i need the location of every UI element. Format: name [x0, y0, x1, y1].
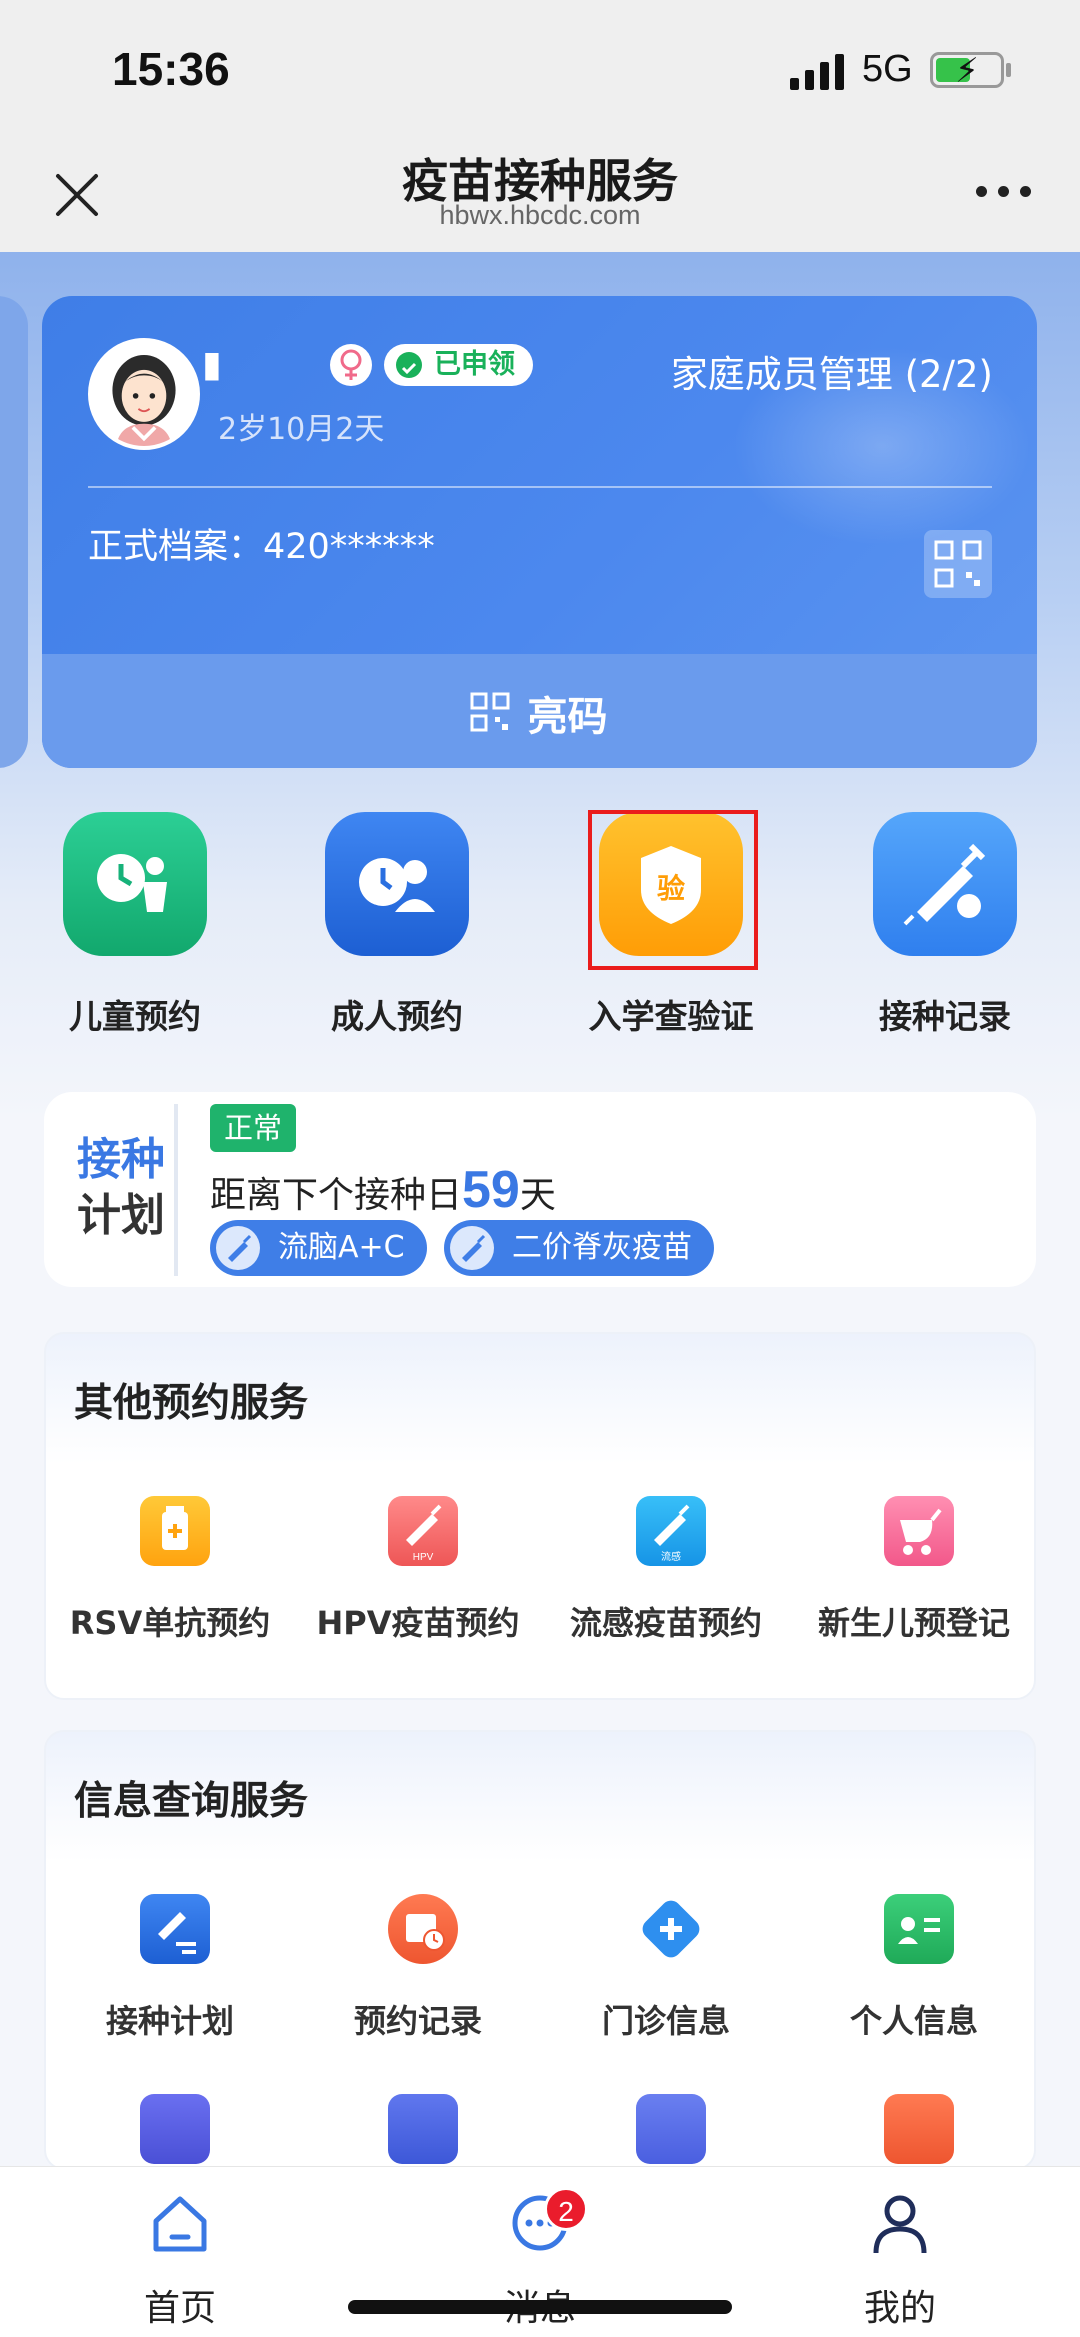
battery-icon: ⚡: [930, 51, 1004, 91]
profile-transfer-icon: [636, 2094, 726, 2176]
vaccination-plan-card[interactable]: 接种 计划 正常 距离下个接种日59天 流脑A+C 二价脊灰疫苗: [44, 1092, 1036, 1287]
person-icon: [873, 2195, 927, 2254]
school-verification-label: 入学查验证: [588, 997, 754, 1036]
message-icon: [140, 2094, 230, 2176]
building-icon: [388, 2094, 478, 2176]
show-code-label: 亮码: [527, 694, 608, 740]
previous-member-card[interactable]: [0, 296, 28, 768]
calendar-clock-icon: [388, 1894, 478, 1976]
female-icon: [330, 344, 372, 386]
clock: 15:36: [112, 43, 230, 95]
tab-profile-label: 我的: [863, 2288, 936, 2329]
hpv-appointment-label: HPV疫苗预约: [316, 1604, 520, 1642]
svg-text:流感: 流感: [661, 1550, 681, 1563]
appointment-record-button[interactable]: 预约记录: [294, 1894, 542, 2064]
signal-icon: [790, 54, 844, 90]
id-card-icon: [884, 1894, 974, 1976]
family-management-link[interactable]: 家庭成员管理 (2/2): [671, 344, 993, 398]
child-appointment-label: 儿童预约: [69, 997, 201, 1036]
unread-badge: 2: [544, 2187, 588, 2231]
member-card[interactable]: ▮ 已申领 2岁10月2天 家庭成员管理 (2/2) 正式档案：420*****…: [42, 296, 1037, 768]
vaccination-plan-button[interactable]: 接种计划: [46, 1894, 294, 2064]
next-vaccination-countdown: 距离下个接种日59天: [210, 1161, 556, 1219]
adult-clock-icon: [325, 812, 469, 956]
home-icon: [153, 2196, 207, 2252]
vaccine-chip[interactable]: 流脑A+C: [210, 1220, 427, 1276]
qr-code-icon[interactable]: [924, 530, 992, 598]
svg-text:HPV: HPV: [413, 1552, 434, 1563]
flu-appointment-button[interactable]: 流感 流感疫苗预约: [542, 1496, 790, 1666]
divider: [88, 486, 992, 488]
vaccination-record-label: 接种记录: [879, 997, 1011, 1036]
status-bar: 15:36 5G ⚡: [0, 0, 1080, 130]
section-title: 信息查询服务: [74, 1779, 309, 1824]
medical-cross-icon: [636, 1894, 726, 1976]
other-services-section: 其他预约服务 RSV单抗预约 HPV HPV疫苗预约 流感 流感疫苗预约 新生儿…: [44, 1332, 1036, 1700]
syringe-icon: [216, 1226, 260, 1270]
hpv-syringe-icon: HPV: [388, 1496, 478, 1578]
child-age: 2岁10月2天: [218, 412, 385, 447]
hpv-appointment-button[interactable]: HPV HPV疫苗预约: [294, 1496, 542, 1666]
info-services-section: 信息查询服务 接种计划 预约记录 门诊信息 个人信息: [44, 1730, 1038, 2176]
rsv-appointment-button[interactable]: RSV单抗预约: [46, 1496, 294, 1666]
show-code-button[interactable]: 亮码: [42, 654, 1037, 768]
page-url: hbwx.hbcdc.com: [439, 200, 641, 230]
home-indicator: [348, 2300, 732, 2314]
syringe-icon: [450, 1226, 494, 1270]
more-icon[interactable]: [976, 186, 1032, 200]
rsv-bottle-icon: [140, 1496, 230, 1578]
highlight-box: [588, 810, 758, 970]
tab-home[interactable]: 首页: [80, 2167, 280, 2337]
vaccination-plan-label: 接种计划: [105, 2002, 234, 2040]
network-type: 5G: [862, 48, 913, 90]
flu-syringe-icon: 流感: [636, 1496, 726, 1578]
plan-document-icon: [140, 1894, 230, 1976]
newborn-registration-button[interactable]: 新生儿预登记: [790, 1496, 1038, 1666]
appointment-record-label: 预约记录: [353, 2002, 482, 2040]
claimed-badge: 已申领: [384, 344, 533, 386]
plan-title: 接种 计划: [77, 1134, 165, 1241]
child-clock-icon: [63, 812, 207, 956]
chat-icon: [884, 2094, 974, 2176]
adult-appointment-label: 成人预约: [331, 997, 463, 1036]
stroller-icon: [884, 1496, 974, 1578]
record-number: 正式档案：420******: [88, 527, 435, 567]
check-icon: [396, 352, 422, 378]
plan-status-badge: 正常: [210, 1104, 296, 1152]
clinic-info-button[interactable]: 门诊信息: [542, 1894, 790, 2064]
newborn-registration-label: 新生儿预登记: [817, 1604, 1010, 1642]
tab-home-label: 首页: [143, 2288, 216, 2329]
rsv-appointment-label: RSV单抗预约: [69, 1604, 271, 1642]
vaccination-record-button[interactable]: 接种记录: [830, 812, 1060, 1052]
personal-info-button[interactable]: 个人信息: [790, 1894, 1038, 2064]
tab-profile[interactable]: 我的: [800, 2167, 1000, 2337]
adult-appointment-button[interactable]: 成人预约: [282, 812, 512, 1052]
section-title: 其他预约服务: [74, 1381, 309, 1426]
syringe-icon: [873, 812, 1017, 956]
child-avatar: [88, 338, 200, 450]
clinic-info-label: 门诊信息: [601, 2002, 730, 2040]
child-name: ▮: [202, 344, 224, 385]
child-appointment-button[interactable]: 儿童预约: [20, 812, 250, 1052]
flu-appointment-label: 流感疫苗预约: [569, 1604, 762, 1642]
vaccine-chip[interactable]: 二价脊灰疫苗: [444, 1220, 714, 1276]
personal-info-label: 个人信息: [849, 2002, 978, 2040]
